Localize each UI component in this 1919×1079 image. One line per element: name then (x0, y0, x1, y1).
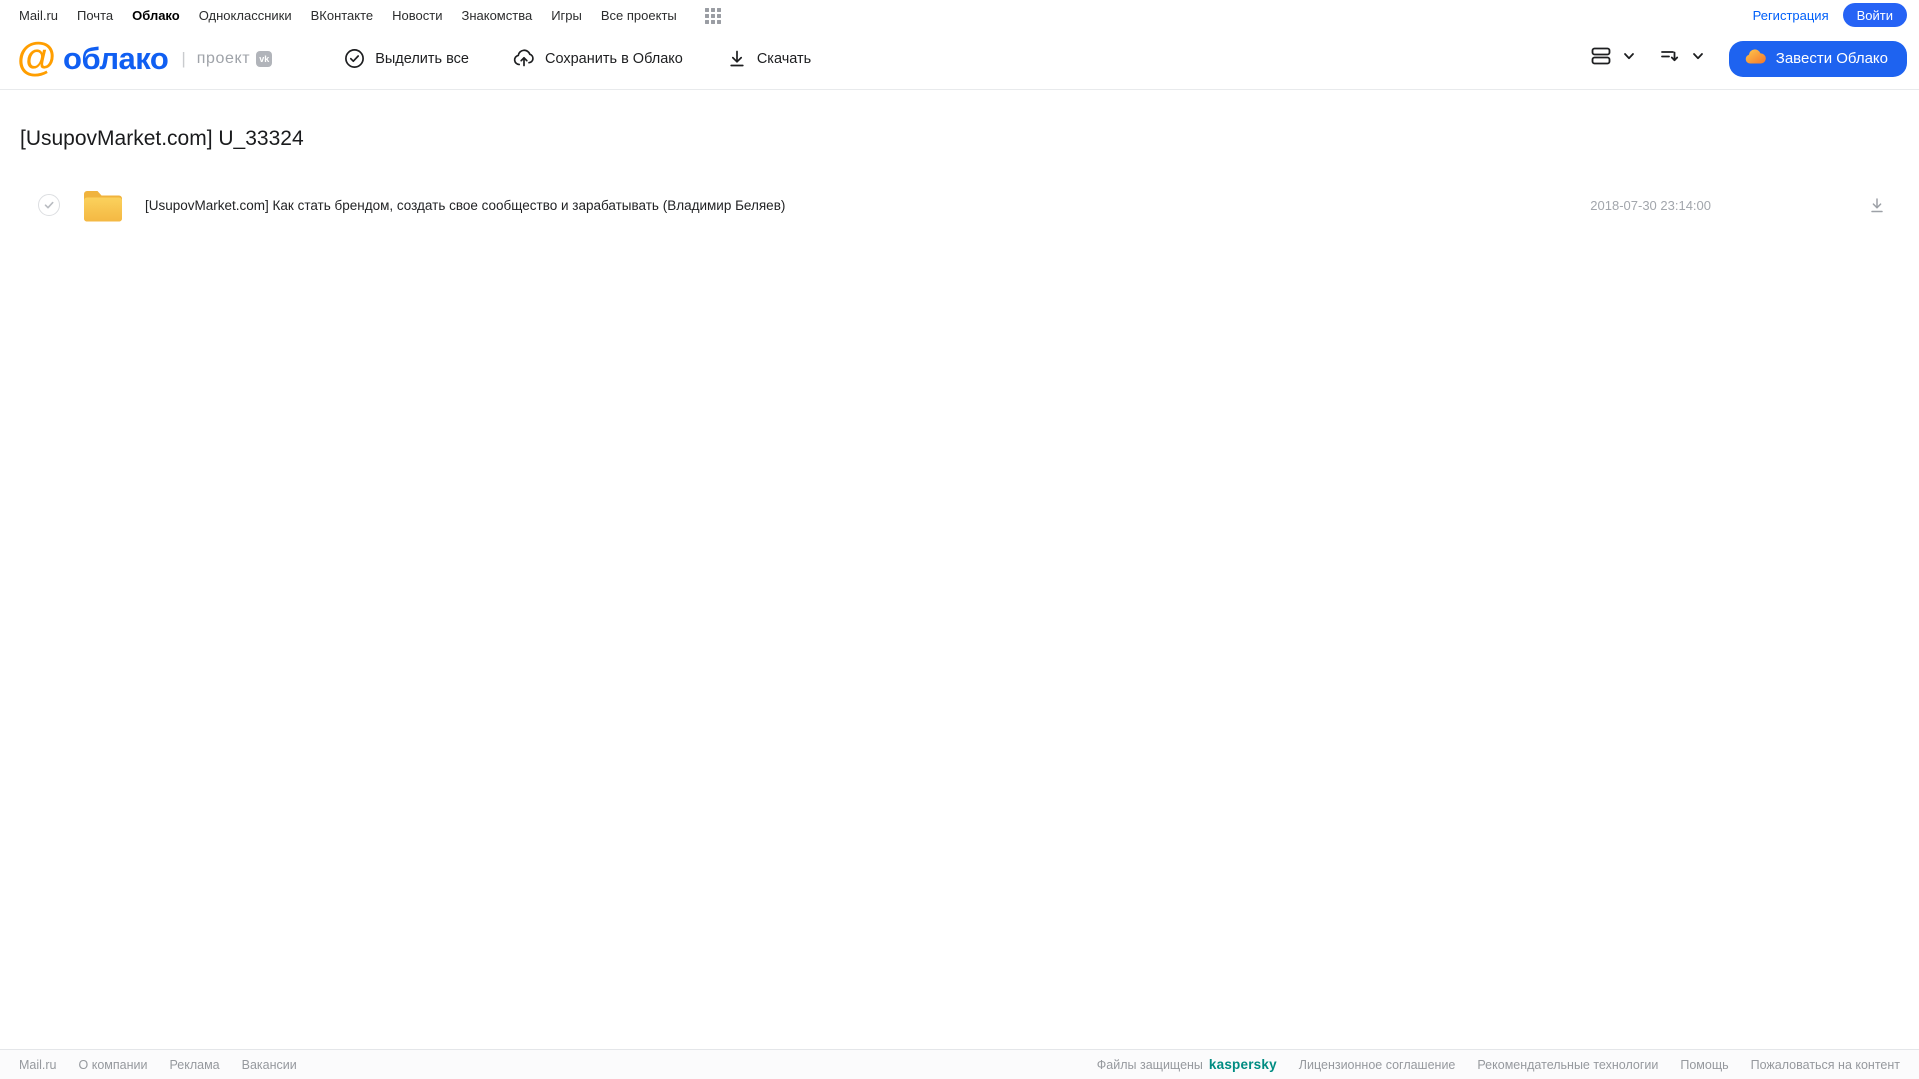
footer: Mail.ru О компании Реклама Вакансии Файл… (0, 1049, 1919, 1079)
download-icon (727, 48, 747, 69)
vk-logo-icon: vk (256, 50, 273, 67)
cloud-cta-icon (1744, 47, 1767, 70)
download-button[interactable]: Скачать (727, 48, 811, 69)
footer-right-links: Файлы защищены kaspersky Лицензионное со… (1097, 1057, 1900, 1072)
folder-icon (82, 188, 124, 222)
nav-link-znakomstva[interactable]: Знакомства (461, 8, 532, 23)
chevron-down-icon (1622, 49, 1636, 68)
chevron-down-icon (1691, 49, 1705, 68)
nav-link-vkontakte[interactable]: ВКонтакте (311, 8, 374, 23)
nav-link-igry[interactable]: Игры (551, 8, 582, 23)
login-button[interactable]: Войти (1842, 3, 1907, 27)
protected-text: Файлы защищены (1096, 1057, 1203, 1072)
footer-link-company[interactable]: О компании (79, 1058, 148, 1072)
portal-nav-links: Mail.ru Почта Облако Одноклассники ВКонт… (19, 6, 722, 24)
nav-link-oblako[interactable]: Облако (132, 8, 180, 23)
footer-link-jobs[interactable]: Вакансии (242, 1058, 297, 1072)
row-download-icon[interactable] (1868, 196, 1886, 215)
footer-left-links: Mail.ru О компании Реклама Вакансии (19, 1058, 297, 1072)
row-checkbox[interactable] (38, 194, 60, 216)
register-link[interactable]: Регистрация (1753, 8, 1829, 23)
cloud-logo[interactable]: @ облако | проект vk (17, 37, 273, 77)
file-name[interactable]: [UsupovMarket.com] Как стать брендом, со… (145, 198, 785, 213)
list-view-icon (1589, 44, 1613, 73)
sort-dropdown[interactable] (1658, 44, 1705, 73)
portal-nav-right: Регистрация Войти (1753, 3, 1907, 27)
footer-link-report[interactable]: Пожаловаться на контент (1751, 1058, 1900, 1072)
download-label: Скачать (756, 50, 812, 67)
file-date: 2018-07-30 23:14:00 (1590, 197, 1711, 213)
logo-divider: | (181, 48, 186, 68)
kaspersky-logo[interactable]: kaspersky (1209, 1057, 1277, 1072)
save-to-cloud-button[interactable]: Сохранить в Облако (513, 48, 683, 69)
footer-link-license[interactable]: Лицензионное соглашение (1299, 1058, 1456, 1072)
header-right-controls: Завести Облако (1589, 40, 1907, 77)
kaspersky-protection: Файлы защищены kaspersky (1097, 1057, 1277, 1072)
toolbar: Выделить все Сохранить в Облако Скачать (344, 48, 811, 69)
footer-link-recommendations[interactable]: Рекомендательные технологии (1477, 1058, 1658, 1072)
create-cloud-label: Завести Облако (1775, 50, 1888, 67)
nav-link-pochta[interactable]: Почта (77, 8, 113, 23)
nav-link-novosti[interactable]: Новости (392, 8, 442, 23)
nav-link-odnoklassniki[interactable]: Одноклассники (199, 8, 292, 23)
app-header: @ облако | проект vk Выделить все Сохран… (0, 28, 1919, 90)
check-circle-icon (344, 48, 365, 69)
nav-link-all-projects[interactable]: Все проекты (601, 8, 677, 23)
sort-icon (1658, 44, 1682, 73)
footer-link-help[interactable]: Помощь (1680, 1058, 1728, 1072)
project-label: проект (196, 49, 251, 67)
view-mode-dropdown[interactable] (1589, 44, 1636, 73)
cloud-logo-text: облако (63, 40, 169, 76)
select-all-label: Выделить все (375, 50, 469, 67)
file-row[interactable]: [UsupovMarket.com] Как стать брендом, со… (20, 183, 1919, 227)
select-all-button[interactable]: Выделить все (344, 48, 469, 69)
page-title: [UsupovMarket.com] U_33324 (20, 127, 304, 150)
portal-nav: Mail.ru Почта Облако Одноклассники ВКонт… (0, 0, 1919, 28)
footer-link-mailru[interactable]: Mail.ru (19, 1058, 57, 1072)
footer-link-ads[interactable]: Реклама (169, 1058, 219, 1072)
create-cloud-button[interactable]: Завести Облако (1728, 40, 1907, 77)
mailru-at-icon: @ (17, 34, 57, 79)
checkmark-icon (44, 201, 54, 209)
save-to-cloud-label: Сохранить в Облако (544, 50, 683, 67)
nav-link-mailru[interactable]: Mail.ru (19, 8, 58, 23)
cloud-upload-icon (513, 48, 535, 69)
main-content: [UsupovMarket.com] U_33324 [UsupovMarket… (0, 127, 1919, 227)
apps-grid-icon[interactable] (704, 6, 722, 24)
